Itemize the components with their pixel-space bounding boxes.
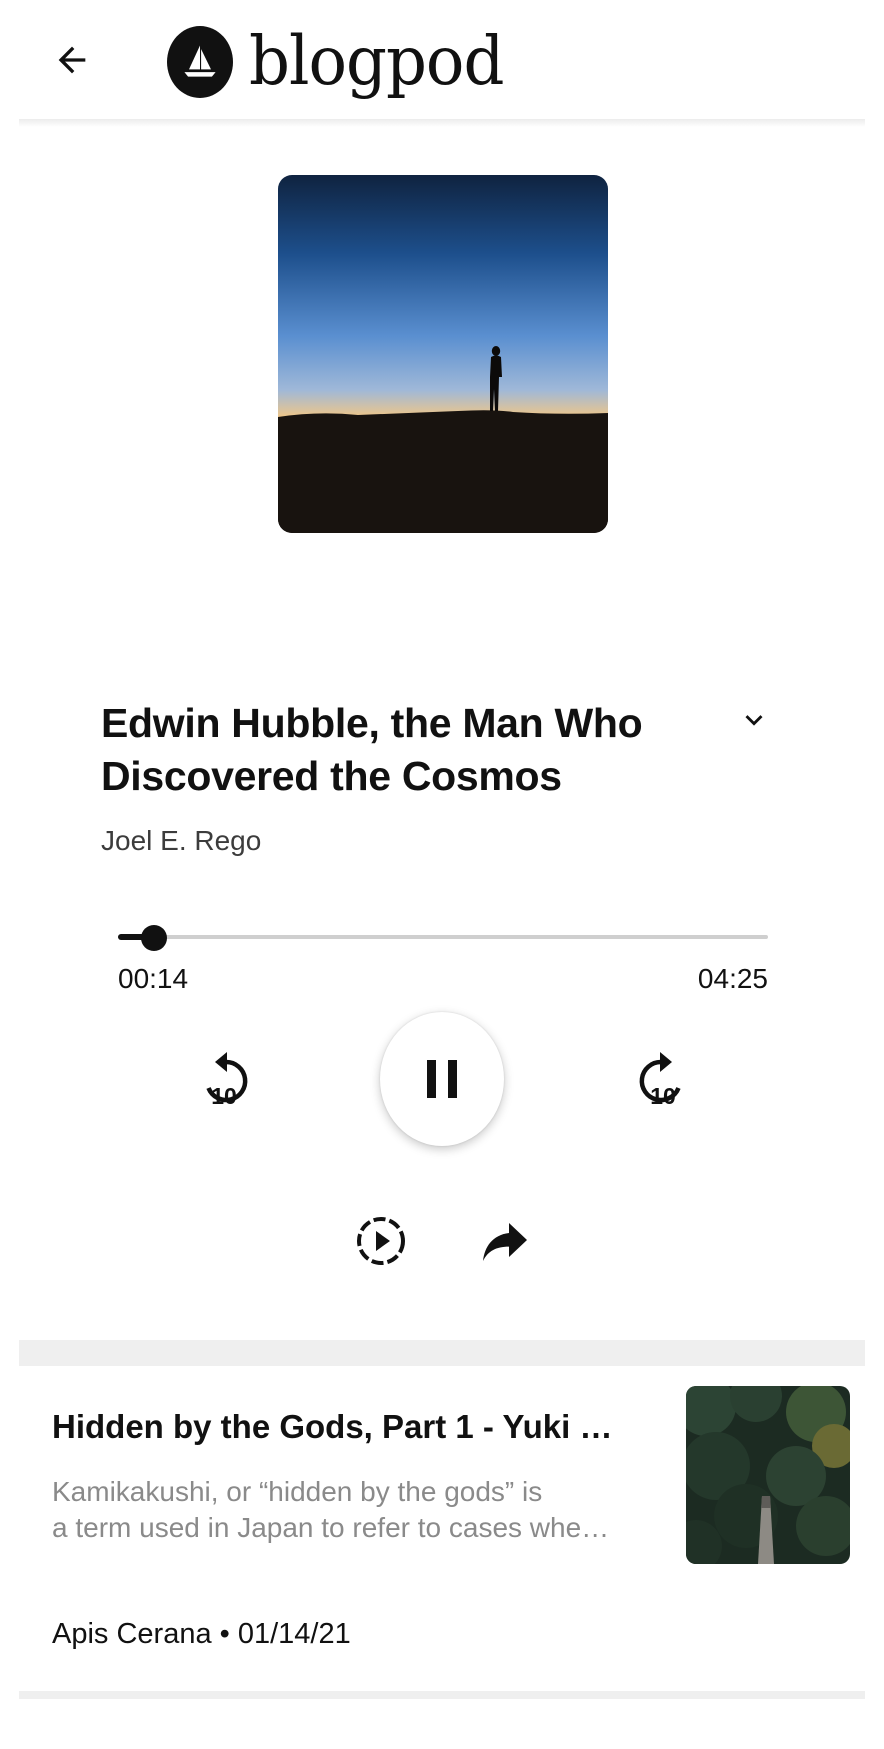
total-time: 04:25: [697, 963, 768, 994]
related-episode-card[interactable]: Hidden by the Gods, Part 1 - Yuki Ka… Ka…: [19, 1366, 865, 1691]
forward-10-button[interactable]: 10: [627, 1048, 691, 1112]
episode-title: Edwin Hubble, the Man Who Discovered the…: [101, 700, 643, 799]
playback-speed-button[interactable]: [354, 1214, 408, 1268]
replay-10-icon: 10: [206, 1052, 248, 1109]
pause-button[interactable]: [380, 1012, 504, 1146]
section-divider: [19, 1340, 865, 1366]
share-button[interactable]: [478, 1218, 532, 1268]
progress-thumb[interactable]: [140, 925, 167, 951]
logo-wordmark: blogpod: [249, 23, 504, 101]
app-logo: blogpod: [167, 22, 504, 102]
episode-author: Joel E. Rego: [101, 825, 262, 856]
related-episode-excerpt: Kamikakushi, or “hidden by the gods” is …: [52, 1474, 632, 1546]
svg-text:10: 10: [650, 1083, 676, 1109]
expand-details-button[interactable]: [734, 700, 774, 740]
back-button[interactable]: [42, 30, 102, 90]
chevron-down-icon: [745, 715, 763, 726]
related-episode-thumbnail: [686, 1386, 850, 1564]
episode-cover-image: [278, 175, 608, 533]
excerpt-line: a term used in Japan to refer to cases w…: [52, 1512, 610, 1543]
related-episode-meta: Apis Cerana • 01/14/21: [52, 1618, 351, 1650]
share-icon: [483, 1223, 527, 1261]
pause-icon: [427, 1060, 457, 1098]
sailboat-icon: [167, 26, 233, 98]
rewind-10-button[interactable]: 10: [196, 1048, 260, 1112]
section-divider: [19, 1691, 865, 1699]
top-bar: blogpod: [0, 0, 884, 120]
forward-10-icon: 10: [639, 1052, 681, 1109]
related-episode-title: Hidden by the Gods, Part 1 - Yuki Ka…: [52, 1408, 632, 1445]
playback-speed-icon: [357, 1217, 405, 1265]
playback-progress-slider[interactable]: [118, 925, 768, 951]
header-divider: [19, 119, 865, 127]
excerpt-line: Kamikakushi, or “hidden by the gods” is: [52, 1476, 543, 1507]
current-time: 00:14: [118, 963, 189, 994]
progress-track: [118, 935, 768, 939]
arrow-left-icon: [58, 46, 86, 74]
svg-text:10: 10: [211, 1083, 237, 1109]
